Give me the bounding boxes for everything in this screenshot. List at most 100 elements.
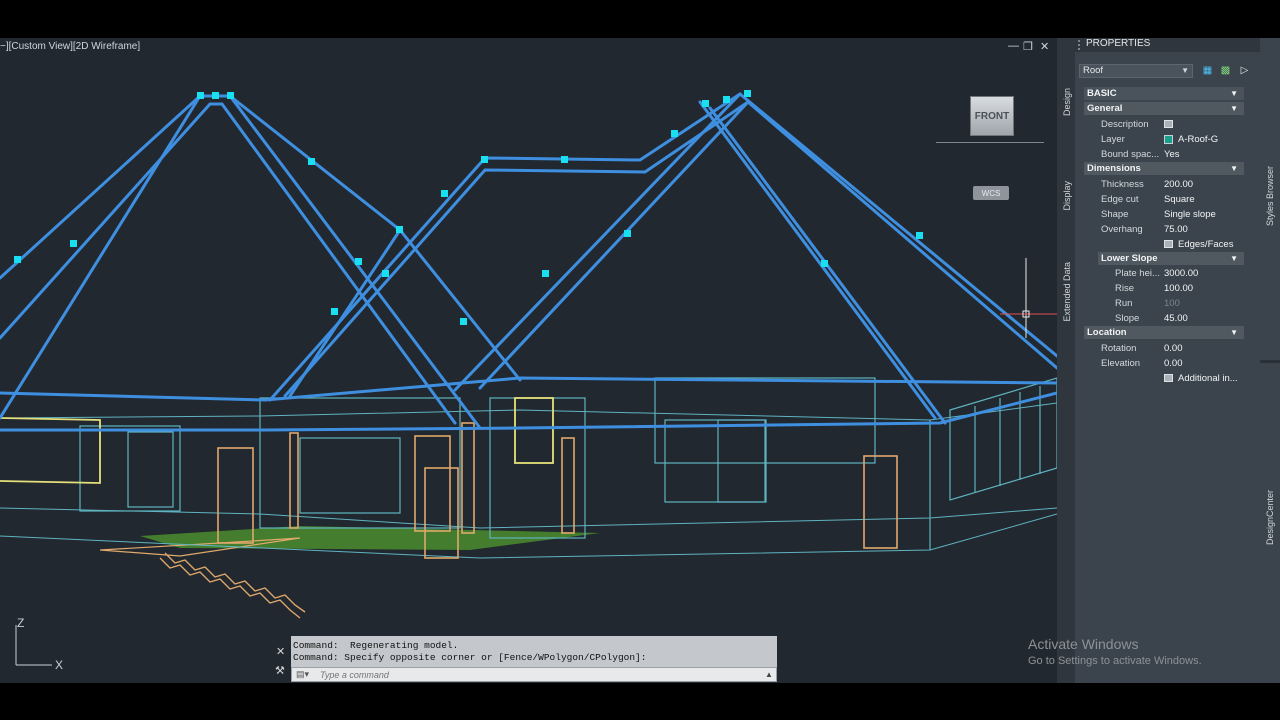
prop-row-thickness[interactable]: Thickness 200.00 — [1084, 177, 1244, 192]
tab-styles-browser[interactable]: Styles Browser — [1265, 166, 1275, 226]
wcs-menu[interactable]: WCS — [973, 186, 1009, 200]
minimize-icon[interactable]: — — [1008, 40, 1019, 52]
prop-row-edges-faces[interactable]: Edges/Faces — [1084, 237, 1244, 252]
section-location-label: Location — [1087, 327, 1127, 338]
prop-value[interactable]: 200.00 — [1164, 177, 1193, 192]
prop-key: Overhang — [1101, 224, 1143, 235]
tab-extended-data[interactable]: Extended Data — [1062, 262, 1072, 322]
command-prompt-icon[interactable]: ▤▾ — [292, 669, 318, 680]
roof-wireframe-model[interactable] — [0, 38, 1057, 683]
section-general[interactable]: General ▼ — [1084, 102, 1244, 115]
prop-value[interactable]: Edges/Faces — [1164, 237, 1233, 252]
viewcube-face-label[interactable]: FRONT — [975, 111, 1009, 122]
prop-row-elevation[interactable]: Elevation 0.00 — [1084, 356, 1244, 371]
prop-key: Slope — [1115, 313, 1140, 324]
roof-grips[interactable] — [14, 90, 923, 325]
prop-value[interactable]: 0.00 — [1164, 341, 1183, 356]
properties-palette[interactable]: PROPERTIES Design Display Extended Data … — [1057, 38, 1260, 683]
restore-icon[interactable]: ❐ — [1023, 40, 1033, 53]
tab-design[interactable]: Design — [1062, 88, 1072, 116]
watermark-title: Activate Windows — [1028, 636, 1139, 652]
properties-title: PROPERTIES — [1086, 38, 1151, 49]
prop-row-additional-info[interactable]: Additional in... — [1084, 371, 1244, 386]
prop-value[interactable]: Yes — [1164, 147, 1180, 162]
command-line-customize-icon[interactable]: ⚒ — [275, 664, 285, 677]
section-lower-slope[interactable]: Lower Slope ▼ — [1098, 252, 1244, 265]
prop-row-bound-space[interactable]: Bound spac... Yes — [1084, 147, 1244, 162]
prop-row-rise[interactable]: Rise 100.00 — [1084, 281, 1244, 296]
viewcube-compass[interactable] — [936, 138, 1044, 143]
prop-row-edge-cut[interactable]: Edge cut Square — [1084, 192, 1244, 207]
command-line-close-icon[interactable]: ✕ — [276, 645, 285, 658]
command-line-bar[interactable]: ▤▾ ▲ — [291, 667, 777, 682]
command-history-up-icon[interactable]: ▲ — [762, 670, 776, 679]
tool-palette-strip: Styles Browser DesignCenter — [1260, 38, 1280, 683]
floor-slab — [99, 526, 600, 557]
prop-value[interactable]: 45.00 — [1164, 311, 1188, 326]
section-general-label: General — [1087, 103, 1123, 114]
viewcube[interactable]: FRONT — [970, 96, 1014, 136]
prop-key: Rise — [1115, 283, 1135, 294]
object-type-select[interactable]: Roof ▼ — [1079, 64, 1193, 78]
prop-value: 100 — [1164, 298, 1180, 309]
prop-value[interactable] — [1164, 117, 1178, 132]
prop-value[interactable]: 75.00 — [1164, 222, 1188, 237]
prop-row-layer[interactable]: Layer A-Roof-G — [1084, 132, 1244, 147]
prop-row-plate-height[interactable]: Plate hei... 3000.00 — [1084, 266, 1244, 281]
section-dimensions[interactable]: Dimensions ▼ — [1084, 162, 1244, 175]
tab-display[interactable]: Display — [1062, 181, 1072, 211]
prop-row-shape[interactable]: Shape Single slope — [1084, 207, 1244, 222]
section-basic-label: BASIC — [1087, 88, 1117, 99]
prop-value[interactable]: Single slope — [1164, 207, 1216, 222]
toggle-pickadd-icon[interactable]: ▦ — [1201, 65, 1214, 77]
walls-and-windows — [79, 377, 1057, 550]
quick-select-icon[interactable]: ▷ — [1238, 65, 1251, 77]
activate-windows-watermark: Activate Windows Go to Settings to activ… — [1028, 636, 1202, 667]
command-history-line: Command: Regenerating model. — [293, 640, 459, 651]
prop-value-text: Edges/Faces — [1178, 239, 1234, 250]
prop-row-run[interactable]: Run 100 — [1084, 296, 1244, 311]
additional-info-icon[interactable] — [1164, 374, 1173, 383]
watermark-subtitle: Go to Settings to activate Windows. — [1028, 655, 1202, 667]
prop-key: Layer — [1101, 134, 1125, 145]
prop-value-text: A-Roof-G — [1178, 134, 1219, 145]
prop-row-description[interactable]: Description — [1084, 117, 1244, 132]
tab-designcenter[interactable]: DesignCenter — [1265, 490, 1275, 545]
prop-value[interactable]: Square — [1164, 192, 1195, 207]
prop-key: Description — [1101, 119, 1149, 130]
letterbox-top — [0, 0, 1280, 38]
command-history: Command: Regenerating model. Command: Sp… — [291, 636, 777, 667]
prop-key: Elevation — [1101, 358, 1141, 369]
viewport-label[interactable]: −][Custom View][2D Wireframe] — [0, 41, 140, 52]
prop-value[interactable]: Additional in... — [1164, 371, 1238, 386]
stairs — [159, 552, 306, 619]
chevron-down-icon: ▼ — [1230, 328, 1238, 337]
prop-key: Shape — [1101, 209, 1129, 220]
description-editor-icon[interactable] — [1164, 120, 1173, 129]
command-input[interactable] — [318, 668, 762, 681]
chevron-down-icon: ▼ — [1230, 104, 1238, 113]
layer-color-swatch — [1164, 134, 1173, 144]
grip-handle-icon[interactable] — [1078, 40, 1084, 50]
prop-value[interactable]: A-Roof-G — [1164, 132, 1218, 147]
section-basic[interactable]: BASIC ▼ — [1084, 87, 1244, 100]
prop-value[interactable]: 100.00 — [1164, 281, 1193, 296]
command-history-line: Command: Specify opposite corner or [Fen… — [293, 652, 647, 663]
drawing-viewport[interactable]: −][Custom View][2D Wireframe] — ❐ ✕ FRON… — [0, 38, 1057, 683]
edges-faces-icon[interactable] — [1164, 240, 1173, 249]
select-objects-icon[interactable]: ▩ — [1219, 65, 1232, 77]
prop-value[interactable]: 0.00 — [1164, 356, 1183, 371]
prop-row-slope[interactable]: Slope 45.00 — [1084, 311, 1244, 326]
prop-value-text: Additional in... — [1178, 373, 1238, 384]
prop-key: Run — [1115, 298, 1133, 309]
prop-key: Rotation — [1101, 343, 1137, 354]
prop-row-rotation[interactable]: Rotation 0.00 — [1084, 341, 1244, 356]
prop-row-overhang[interactable]: Overhang 75.00 — [1084, 222, 1244, 237]
chevron-down-icon: ▼ — [1230, 254, 1238, 263]
roof-selected[interactable] — [0, 92, 1057, 432]
chevron-down-icon: ▼ — [1230, 89, 1238, 98]
close-icon[interactable]: ✕ — [1040, 40, 1049, 53]
section-location[interactable]: Location ▼ — [1084, 326, 1244, 339]
prop-value[interactable]: 3000.00 — [1164, 266, 1198, 281]
section-dimensions-label: Dimensions — [1087, 163, 1141, 174]
